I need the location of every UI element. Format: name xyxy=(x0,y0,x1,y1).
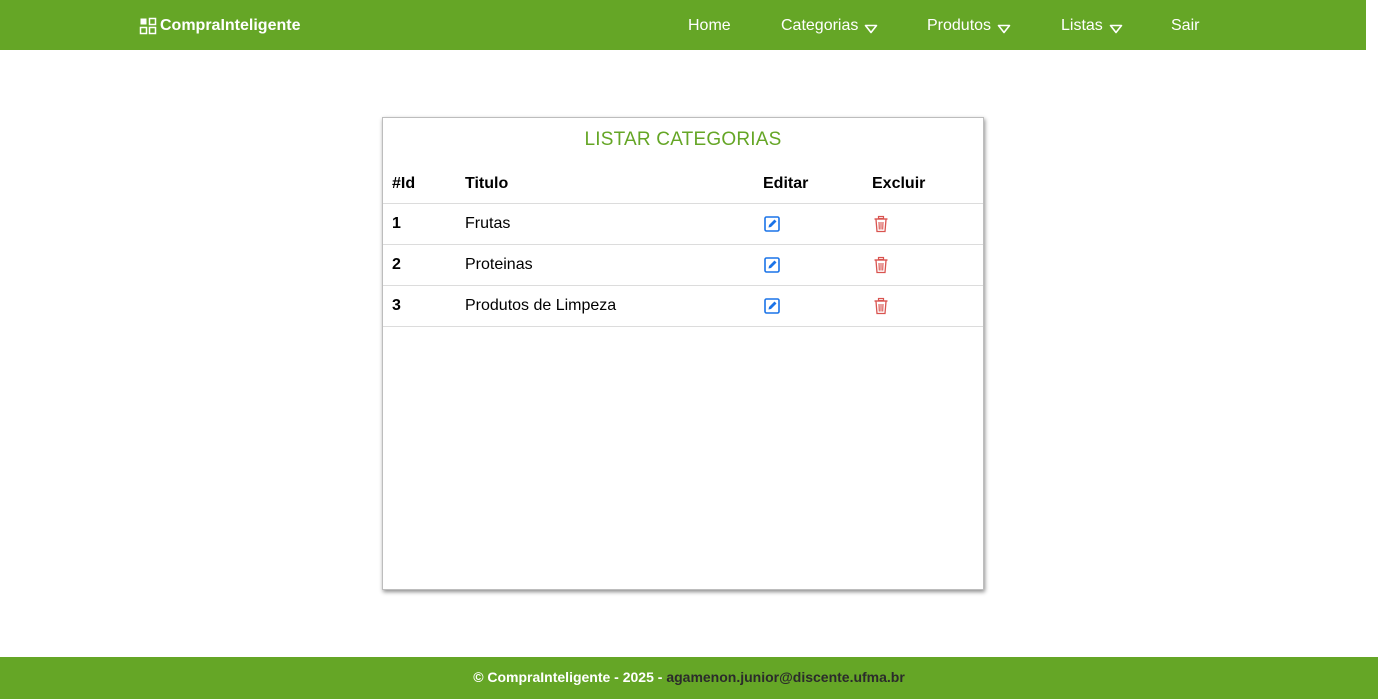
nav-categorias[interactable]: Categorias xyxy=(781,15,878,37)
table-header: #Id Titulo Editar Excluir xyxy=(383,164,983,204)
edit-cell xyxy=(763,245,781,285)
nav-sair-label: Sair xyxy=(1171,17,1200,34)
categories-card: LISTAR CATEGORIAS #Id Titulo Editar Excl… xyxy=(382,117,984,590)
brand-link[interactable]: CompraInteligente xyxy=(139,16,300,36)
dashboard-grid-icon xyxy=(139,17,157,35)
nav-listas[interactable]: Listas xyxy=(1061,15,1123,37)
top-navbar: CompraInteligente Home Categorias Produt… xyxy=(0,0,1366,50)
page-footer: © CompraInteligente - 2025 - agamenon.ju… xyxy=(0,657,1378,699)
delete-cell xyxy=(872,245,890,285)
row-title: Proteinas xyxy=(465,256,533,273)
trash-icon[interactable] xyxy=(872,297,890,315)
footer-copyright: © CompraInteligente - 2025 - xyxy=(473,669,667,685)
edit-icon[interactable] xyxy=(763,256,781,274)
edit-icon[interactable] xyxy=(763,297,781,315)
trash-icon[interactable] xyxy=(872,256,890,274)
column-header-id: #Id xyxy=(392,174,416,192)
delete-cell xyxy=(872,286,890,326)
row-id: 2 xyxy=(392,256,401,273)
footer-email-link[interactable]: agamenon.junior@discente.ufma.br xyxy=(666,669,904,685)
column-header-delete: Excluir xyxy=(872,174,926,192)
brand-name: CompraInteligente xyxy=(160,17,301,34)
table-row: 3 Produtos de Limpeza xyxy=(383,286,983,327)
row-id: 1 xyxy=(392,215,401,232)
row-title: Frutas xyxy=(465,215,511,232)
edit-cell xyxy=(763,286,781,326)
row-id: 3 xyxy=(392,297,401,314)
column-header-edit: Editar xyxy=(763,174,809,192)
caret-down-icon xyxy=(864,21,878,34)
caret-down-icon xyxy=(1109,21,1123,34)
categories-table: #Id Titulo Editar Excluir 1 Frutas 2 Pro… xyxy=(383,164,983,327)
column-header-title: Titulo xyxy=(465,174,509,192)
nav-home[interactable]: Home xyxy=(688,15,731,37)
nav-produtos-label: Produtos xyxy=(927,17,992,34)
edit-cell xyxy=(763,204,781,244)
nav-listas-label: Listas xyxy=(1061,17,1103,34)
card-title: LISTAR CATEGORIAS xyxy=(584,129,782,150)
table-row: 2 Proteinas xyxy=(383,245,983,286)
trash-icon[interactable] xyxy=(872,215,890,233)
nav-sair[interactable]: Sair xyxy=(1171,15,1199,37)
footer-text: © CompraInteligente - 2025 - agamenon.ju… xyxy=(0,669,1378,685)
row-title: Produtos de Limpeza xyxy=(465,297,617,314)
nav-home-label: Home xyxy=(688,17,731,34)
table-row: 1 Frutas xyxy=(383,204,983,245)
nav-categorias-label: Categorias xyxy=(781,17,859,34)
edit-icon[interactable] xyxy=(763,215,781,233)
nav-produtos[interactable]: Produtos xyxy=(927,15,1011,37)
caret-down-icon xyxy=(997,21,1011,34)
delete-cell xyxy=(872,204,890,244)
